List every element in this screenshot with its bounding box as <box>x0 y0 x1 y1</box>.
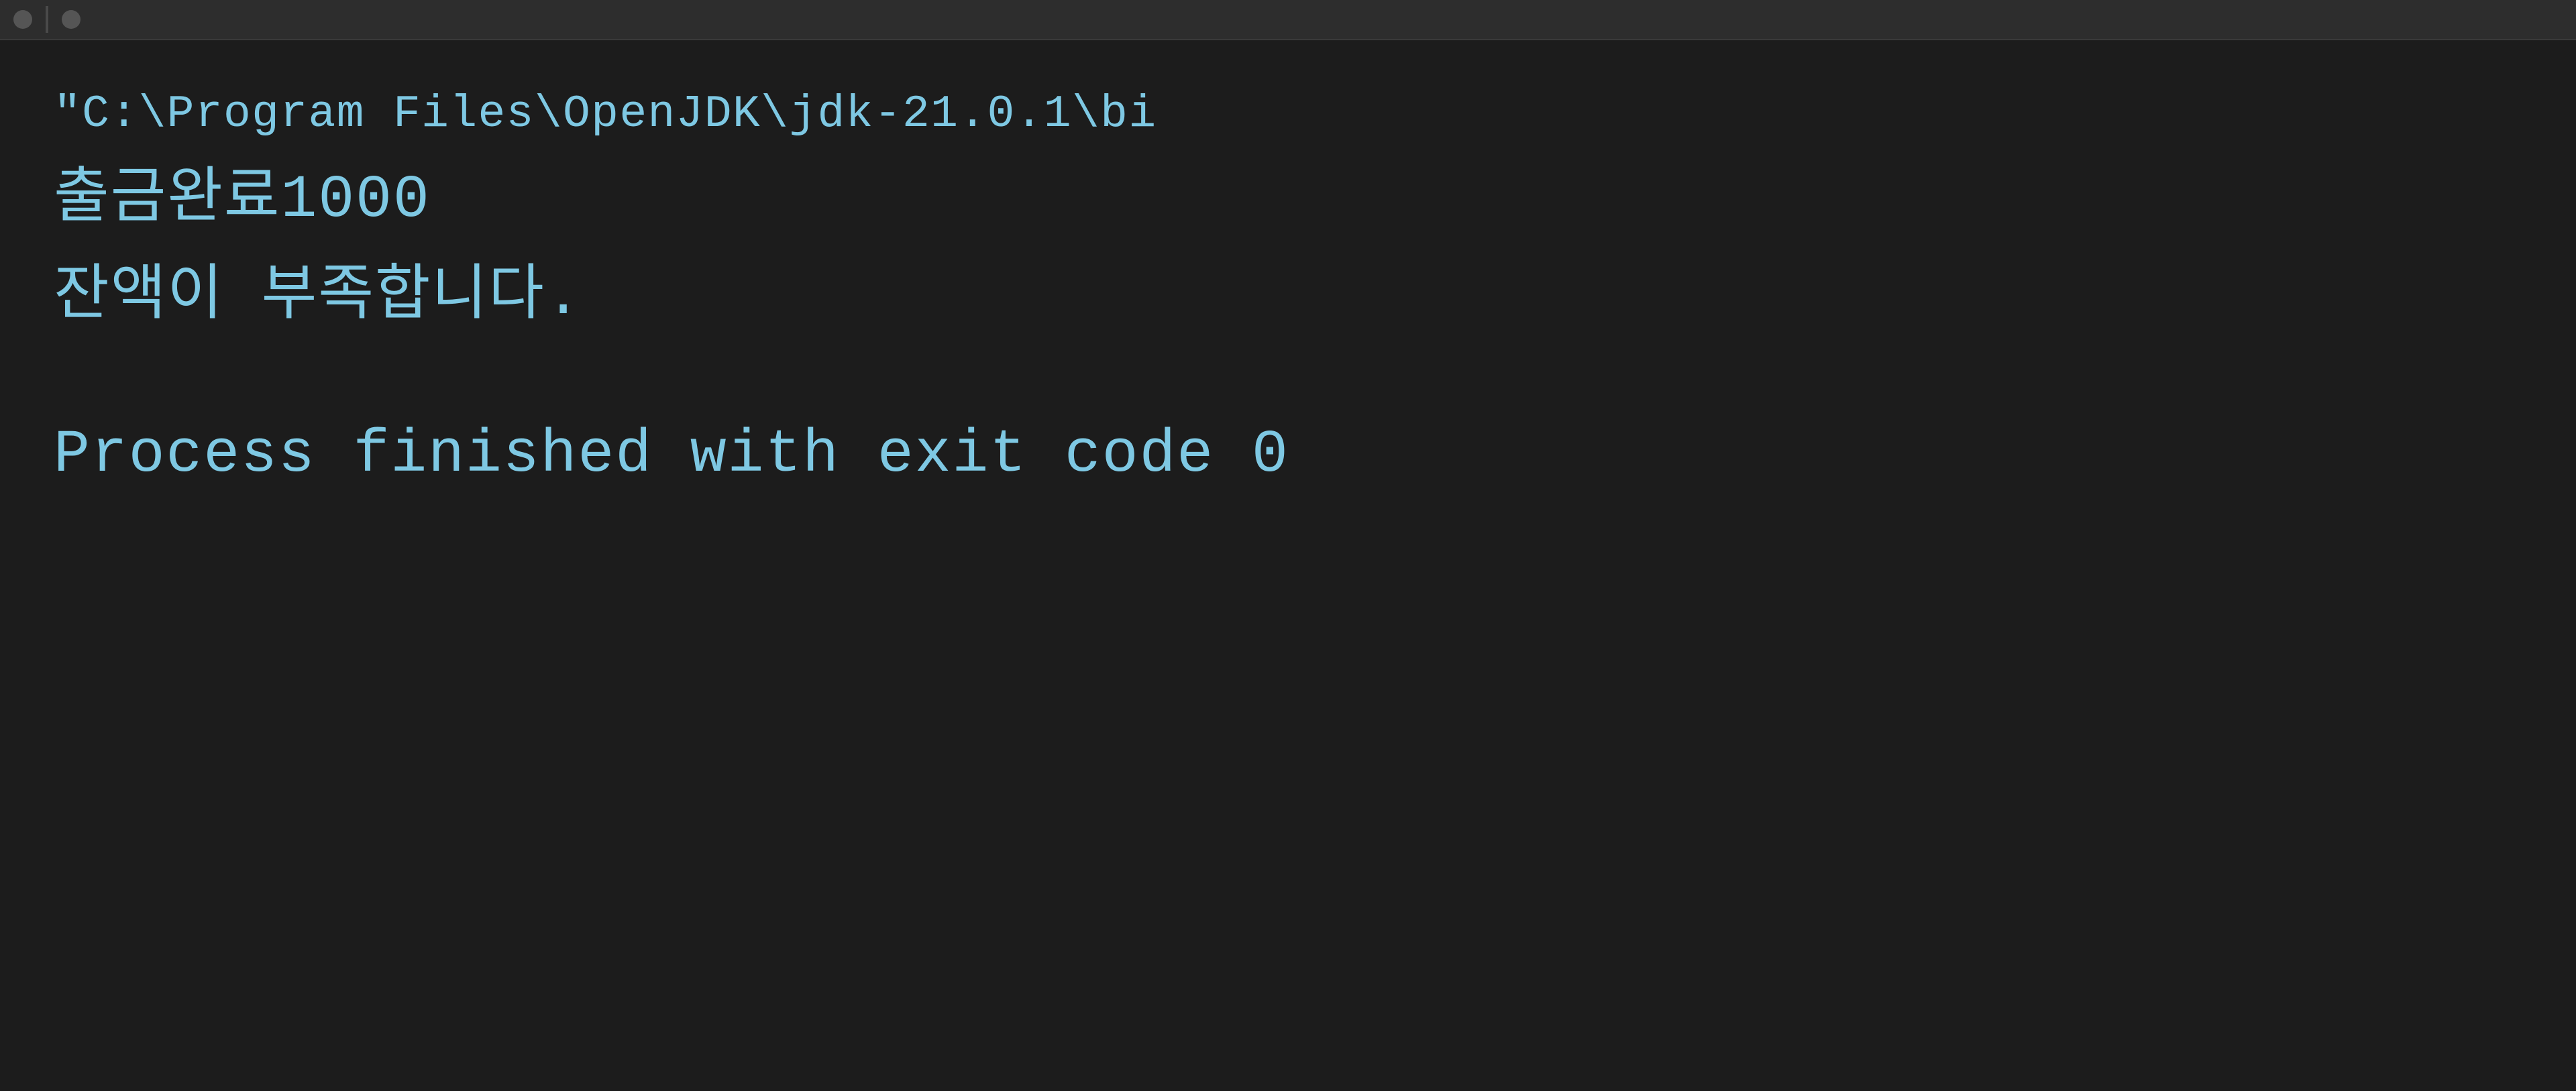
top-bar-separator <box>46 6 48 33</box>
terminal-output: "C:\Program Files\OpenJDK\jdk-21.0.1\bi … <box>0 40 2576 1091</box>
process-finished-line: Process finished with exit code 0 <box>54 410 2522 501</box>
output-line-2: 잔액이 부족합니다. <box>54 253 2522 343</box>
top-bar <box>0 0 2576 40</box>
top-bar-dot-1 <box>13 10 32 29</box>
output-line-1: 출금완료1000 <box>54 156 2522 246</box>
terminal-container: "C:\Program Files\OpenJDK\jdk-21.0.1\bi … <box>0 0 2576 1091</box>
command-line: "C:\Program Files\OpenJDK\jdk-21.0.1\bi <box>54 80 2522 149</box>
top-bar-dot-2 <box>62 10 80 29</box>
